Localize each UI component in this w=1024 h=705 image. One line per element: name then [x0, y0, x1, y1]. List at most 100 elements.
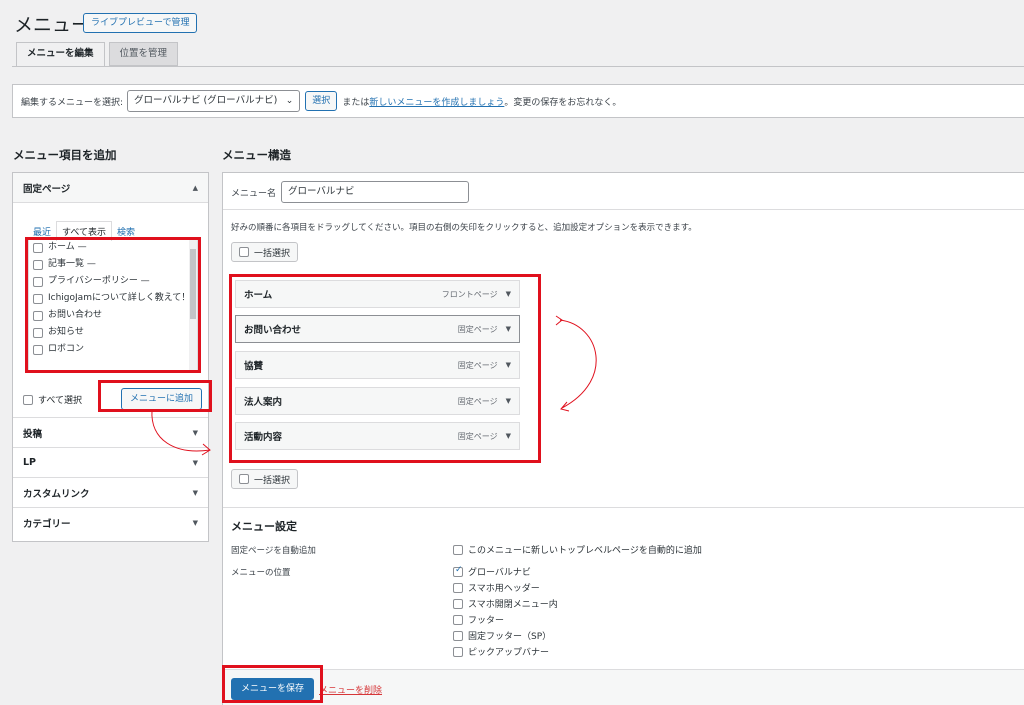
checkbox[interactable] [453, 646, 463, 657]
menu-item-sponsor[interactable]: 協賛 固定ページ ▼ [235, 351, 520, 379]
menu-select-dropdown[interactable]: グローバルナビ (グローバルナビ) ⌄ [127, 90, 301, 112]
delete-menu-link[interactable]: メニューを削除 [319, 683, 382, 696]
menu-name-input[interactable]: グローバルナビ [281, 181, 470, 203]
list-item[interactable]: お問い合わせ [29, 307, 197, 324]
list-item[interactable]: 記事一覧 — [29, 256, 197, 273]
checkbox[interactable] [239, 247, 249, 257]
auto-add-option[interactable]: このメニューに新しいトップレベルページを自動的に追加 [453, 543, 702, 556]
dropdown-arrow-icon[interactable]: ▼ [506, 325, 511, 333]
collapse-arrow-icon: ▲ [192, 183, 198, 192]
checkbox[interactable] [453, 582, 463, 593]
option-label: 固定フッター（SP） [468, 632, 552, 642]
menu-item-type: 固定ページ [457, 360, 498, 370]
settings-divider [223, 507, 1024, 508]
list-item-label: IchigoJamについて詳しく教えて！ [48, 293, 191, 303]
menu-item-home[interactable]: ホーム フロントページ ▼ [235, 280, 520, 308]
dropdown-arrow-icon[interactable]: ▼ [506, 361, 511, 369]
menu-structure-panel: メニュー名 グローバルナビ 好みの順番に各項目をドラッグしてください。項目の右側… [222, 172, 1024, 705]
bulk-select-label: 一括選択 [254, 248, 291, 259]
checkbox[interactable] [33, 311, 43, 321]
checkbox[interactable] [33, 260, 43, 270]
list-item[interactable]: IchigoJamについて詳しく教えて！ [29, 290, 197, 307]
menu-structure-heading: メニュー構造 [222, 148, 291, 162]
checkbox[interactable] [239, 474, 249, 484]
auto-add-label: 固定ページを自動追加 [231, 546, 316, 556]
dropdown-arrow-icon[interactable]: ▼ [506, 397, 511, 405]
menu-item-contact[interactable]: お問い合わせ 固定ページ ▼ [235, 315, 520, 343]
dropdown-arrow-icon[interactable]: ▼ [506, 290, 511, 298]
menu-item-type: 固定ページ [457, 431, 498, 441]
location-option[interactable]: グローバルナビ [453, 565, 531, 578]
menu-location-label: メニューの位置 [231, 568, 291, 578]
section-categories-label: カテゴリー [23, 519, 71, 530]
location-option[interactable]: スマホ開閉メニュー内 [453, 597, 558, 610]
section-categories[interactable]: カテゴリー ▼ [13, 508, 208, 538]
checkbox[interactable] [453, 544, 463, 555]
option-label: フッター [468, 616, 505, 626]
bulk-select-button[interactable]: 一括選択 [231, 242, 299, 262]
scrollbar-thumb[interactable] [190, 249, 196, 319]
select-all-row[interactable]: すべて選択 [23, 393, 82, 406]
menu-item-title: ホーム [244, 290, 273, 301]
checkbox[interactable] [33, 277, 43, 287]
menu-item-title: 法人案内 [244, 397, 283, 408]
expand-arrow-icon: ▼ [192, 428, 198, 437]
list-item[interactable]: ホーム — [29, 239, 197, 256]
checkbox[interactable] [33, 243, 43, 253]
pages-panel-body: 最近 すべて表示 検索 ホーム — 記事一覧 — プライバシーポリシー — Ic… [13, 203, 208, 418]
checkbox[interactable] [33, 345, 43, 355]
list-item[interactable]: ロボコン [29, 341, 197, 358]
section-posts[interactable]: 投稿 ▼ [13, 418, 208, 448]
add-items-panel: 固定ページ ▲ 最近 すべて表示 検索 ホーム — 記事一覧 — プライバシーポ… [12, 172, 209, 542]
menu-name-row: メニュー名 グローバルナビ [231, 181, 470, 203]
menu-item-type: フロントページ [441, 289, 498, 299]
live-preview-button[interactable]: ライブプレビューで管理 [83, 13, 198, 33]
checkbox[interactable] [33, 294, 43, 304]
option-label: スマホ開閉メニュー内 [468, 600, 558, 610]
expand-arrow-icon: ▼ [192, 519, 198, 527]
location-option[interactable]: フッター [453, 613, 504, 626]
checkbox[interactable] [453, 598, 463, 609]
menu-item-title: 協賛 [244, 361, 264, 372]
select-button[interactable]: 選択 [305, 91, 338, 111]
checkbox[interactable] [453, 630, 463, 641]
nav-tabs: メニューを編集 位置を管理 [16, 42, 179, 67]
location-option[interactable]: スマホ用ヘッダー [453, 581, 540, 594]
list-item-label: お知らせ [48, 327, 84, 337]
menu-footer: メニューを保存 メニューを削除 [223, 669, 1024, 705]
select-all-label: すべて選択 [38, 396, 83, 406]
save-menu-button[interactable]: メニューを保存 [231, 678, 315, 700]
list-item[interactable]: プライバシーポリシー — [29, 273, 197, 290]
list-item[interactable]: お知らせ [29, 324, 197, 341]
dropdown-arrow-icon[interactable]: ▼ [506, 432, 511, 440]
section-pages-label: 固定ページ [23, 183, 71, 195]
checkbox[interactable] [453, 565, 463, 577]
create-menu-link[interactable]: 新しいメニューを作成しましょう [369, 95, 504, 108]
drag-instruction: 好みの順番に各項目をドラッグしてください。項目の右側の矢印をクリックすると、追加… [231, 223, 697, 233]
list-item-label: お問い合わせ [48, 310, 103, 320]
menu-select-bar: 編集するメニューを選択: グローバルナビ (グローバルナビ) ⌄ 選択 または … [12, 84, 1024, 118]
section-lp[interactable]: LP ▼ [13, 448, 208, 478]
bulk-select-button-bottom[interactable]: 一括選択 [231, 469, 299, 489]
bulk-select-label: 一括選択 [254, 475, 291, 486]
checkbox[interactable] [33, 328, 43, 338]
scrollbar[interactable] [189, 239, 197, 372]
menu-item-activities[interactable]: 活動内容 固定ページ ▼ [235, 422, 520, 450]
checkbox[interactable] [453, 614, 463, 625]
select-menu-label: 編集するメニューを選択: [21, 97, 124, 108]
menu-item-corporate[interactable]: 法人案内 固定ページ ▼ [235, 387, 520, 415]
section-custom-links[interactable]: カスタムリンク ▼ [13, 478, 208, 508]
pages-checklist[interactable]: ホーム — 記事一覧 — プライバシーポリシー — IchigoJamについて詳… [28, 238, 198, 373]
section-posts-label: 投稿 [23, 428, 43, 440]
menu-item-title: お問い合わせ [244, 325, 302, 336]
location-option[interactable]: ピックアップバナー [453, 645, 549, 658]
menu-name-label: メニュー名 [231, 188, 277, 199]
menu-item-type: 固定ページ [457, 396, 498, 406]
add-to-menu-button[interactable]: メニューに追加 [121, 388, 203, 410]
tab-edit-menu[interactable]: メニューを編集 [16, 42, 105, 67]
tab-manage-locations[interactable]: 位置を管理 [108, 42, 179, 66]
option-label: ピックアップバナー [468, 648, 550, 658]
section-pages[interactable]: 固定ページ ▲ [13, 173, 208, 203]
select-all-checkbox[interactable] [23, 394, 33, 405]
location-option[interactable]: 固定フッター（SP） [453, 629, 551, 642]
